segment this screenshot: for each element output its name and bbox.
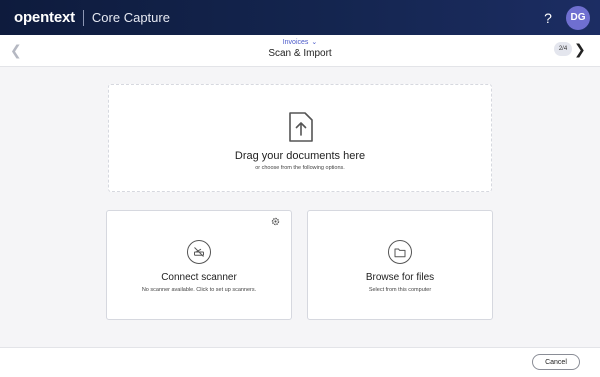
browse-files-title: Browse for files (365, 272, 435, 283)
breadcrumb-label: Invoices (282, 39, 309, 46)
brand: opentext Core Capture (14, 9, 170, 26)
next-button[interactable]: ❯ (574, 41, 586, 58)
chevron-down-icon: ⌄ (311, 39, 318, 46)
dropzone-subtitle: or choose from the following options. (255, 165, 345, 171)
user-avatar[interactable]: DG (566, 5, 590, 30)
connect-scanner-title: Connect scanner (161, 272, 237, 283)
gear-icon[interactable] (271, 217, 280, 226)
folder-icon (388, 240, 412, 264)
browse-files-card[interactable]: Browse for files Select from this comput… (307, 210, 493, 320)
brand-divider (82, 9, 84, 26)
scanner-off-icon (187, 240, 211, 264)
step-navigation-bar: ❮ Invoices ⌄ Scan & Import 2/4 ❯ (0, 35, 600, 67)
connect-scanner-subtitle: No scanner available. Click to set up sc… (141, 287, 257, 293)
browse-files-subtitle: Select from this computer (368, 287, 432, 293)
step-counter-badge: 2/4 (554, 42, 572, 56)
cancel-button[interactable]: Cancel (532, 354, 580, 370)
header-actions: ? DG (539, 5, 590, 30)
page-title: Scan & Import (268, 48, 332, 59)
help-button[interactable]: ? (539, 10, 557, 26)
app-header: opentext Core Capture ? DG (0, 0, 600, 35)
brand-logo: opentext (14, 9, 75, 26)
connect-scanner-card[interactable]: Connect scanner No scanner available. Cl… (106, 210, 292, 320)
chevron-right-icon: ❯ (574, 41, 586, 57)
breadcrumb[interactable]: Invoices ⌄ (0, 38, 600, 46)
product-name: Core Capture (91, 10, 170, 25)
upload-file-icon (289, 112, 313, 142)
footer-bar: Cancel (0, 347, 600, 377)
file-drop-zone[interactable]: Drag your documents here or choose from … (108, 84, 492, 192)
dropzone-title: Drag your documents here (234, 150, 366, 162)
